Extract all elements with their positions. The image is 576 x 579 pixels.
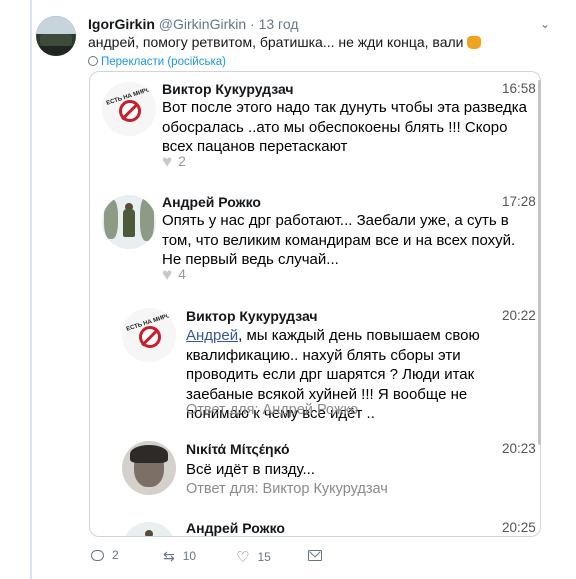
translate-link[interactable]: Перекласти (російська) xyxy=(88,56,226,68)
comment-avatar xyxy=(122,441,176,495)
author-avatar[interactable] xyxy=(36,16,76,56)
comment-text: Вот после этого надо так дунуть чтобы эт… xyxy=(162,99,527,155)
retweet-button[interactable]: ⇆ 10 xyxy=(163,548,196,565)
tweet-time[interactable]: 13 год xyxy=(259,16,299,32)
comment-avatar: ЕСТЬ НА МИРОТВОРЦЕ xyxy=(102,82,156,136)
comment-author: Андрей Рожко xyxy=(186,520,285,536)
reply-button[interactable]: 2 xyxy=(91,548,119,562)
heart-icon: ♥ xyxy=(162,152,173,171)
tweet-text: андрей, помогу ретвитом, братишка... не … xyxy=(88,34,482,50)
envelope-icon xyxy=(308,550,322,561)
reply-to-label: Ответ для: Андрей Рожко xyxy=(186,402,359,418)
comment-avatar xyxy=(102,195,156,249)
globe-icon xyxy=(88,56,98,66)
fist-emoji-icon xyxy=(467,36,482,49)
comment-text: Опять у нас дрг работают... Заебали уже,… xyxy=(162,212,516,268)
retweet-icon: ⇆ xyxy=(163,548,175,564)
embedded-image[interactable]: ЕСТЬ НА МИРОТВОРЦЕ Виктор Кукурудзач 16:… xyxy=(89,71,541,537)
like-button[interactable]: ♡ 15 xyxy=(236,548,271,566)
like-count: 15 xyxy=(257,550,271,564)
comment-avatar: ЕСТЬ НА МИРОТВОРЦЕ xyxy=(122,308,176,362)
stop-sign-icon xyxy=(139,326,161,348)
thread-line xyxy=(30,0,32,579)
tweet-header: IgorGirkin @GirkinGirkin · 13 год xyxy=(88,16,299,32)
like-count: 2 xyxy=(178,153,186,169)
reply-count: 2 xyxy=(112,548,119,562)
separator-dot: · xyxy=(250,16,255,32)
comment-time: 17:28 xyxy=(502,194,536,209)
like-count: 4 xyxy=(178,266,186,282)
comment-time: 20:22 xyxy=(502,308,536,323)
translate-label: Перекласти (російська) xyxy=(101,56,226,68)
author-name[interactable]: IgorGirkin xyxy=(88,16,155,32)
heart-icon: ♥ xyxy=(162,265,173,284)
retweet-count: 10 xyxy=(182,549,197,563)
author-handle[interactable]: @GirkinGirkin xyxy=(159,16,246,32)
comment-likes[interactable]: ♥ 4 xyxy=(162,265,186,285)
comment-author: Виктор Кукурудзач xyxy=(162,81,294,97)
direct-message-button[interactable] xyxy=(308,548,322,562)
comment-text: Всё идёт в пизду... xyxy=(186,461,315,478)
tweet-text-body: андрей, помогу ретвитом, братишка... не … xyxy=(88,34,464,50)
reply-icon xyxy=(91,550,104,561)
comment-time: 20:23 xyxy=(502,441,536,456)
comment-author: Виктор Кукурудзач xyxy=(186,308,318,324)
comment-time: 16:58 xyxy=(502,81,536,96)
reply-to-label: Ответ для: Виктор Кукурудзач xyxy=(186,481,388,497)
comment-likes[interactable]: ♥ 2 xyxy=(162,152,186,172)
comment-author: Андрей Рожко xyxy=(162,194,261,210)
mention-link[interactable]: Андрей xyxy=(186,327,238,344)
stop-sign-icon xyxy=(119,100,141,122)
comment-time: 20:25 xyxy=(502,520,536,535)
comment-avatar xyxy=(122,522,176,536)
chevron-down-icon[interactable]: ⌄ xyxy=(540,17,550,31)
scrollbar[interactable] xyxy=(538,80,541,445)
comment-author: Νικίτά Μίτςέηκό xyxy=(186,441,290,457)
heart-outline-icon: ♡ xyxy=(236,549,250,566)
